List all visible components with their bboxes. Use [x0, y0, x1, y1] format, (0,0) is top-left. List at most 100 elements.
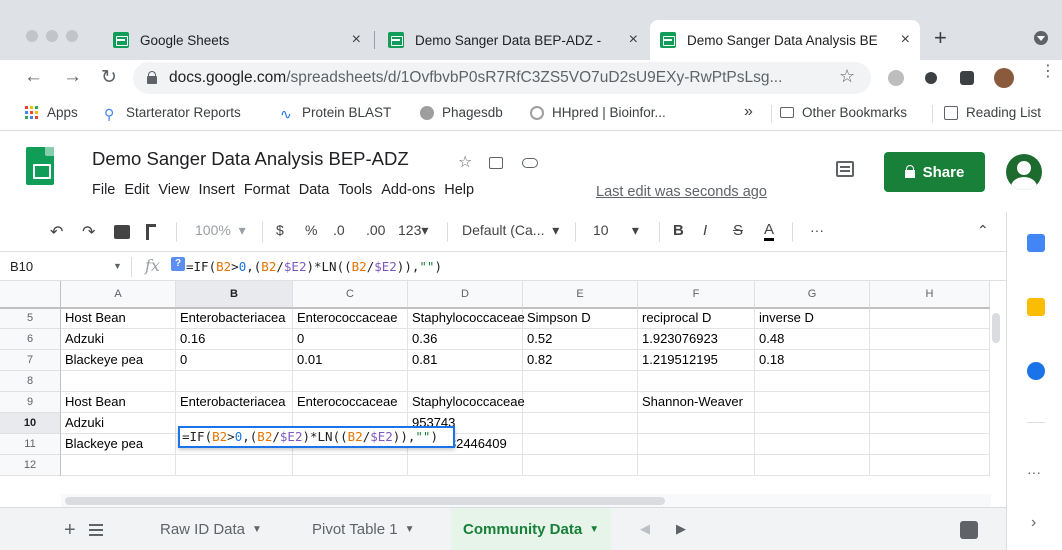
bookmark-hhpred[interactable]: HHpred | Bioinfor...: [530, 105, 666, 120]
cell-editor-b10[interactable]: =IF(B2>0,(B2/$E2)*LN((B2/$E2)),""): [178, 426, 455, 448]
sheet-tab-pivot-table-1[interactable]: Pivot Table 1 ▼: [312, 508, 415, 550]
row-header[interactable]: 11: [0, 434, 61, 455]
cell-g7[interactable]: 0.18: [755, 350, 870, 371]
cell-g8[interactable]: [755, 371, 870, 392]
cell-a7[interactable]: Blackeye pea: [61, 350, 176, 371]
cell-f6[interactable]: 1.923076923: [638, 329, 755, 350]
row-header[interactable]: 9: [0, 392, 61, 413]
add-sheet-button[interactable]: +: [64, 519, 76, 542]
cell-h11[interactable]: [870, 434, 990, 455]
cell-h10[interactable]: [870, 413, 990, 434]
increase-decimal-button[interactable]: .00: [366, 222, 385, 238]
cell-a6[interactable]: Adzuki: [61, 329, 176, 350]
menu-help[interactable]: Help: [444, 182, 474, 198]
cell-a8[interactable]: [61, 371, 176, 392]
undo-icon[interactable]: ↶: [50, 222, 63, 242]
other-bookmarks-folder[interactable]: Other Bookmarks: [780, 105, 907, 120]
close-icon[interactable]: ×: [352, 31, 361, 49]
formula-input[interactable]: =IF(B2>0,(B2/$E2)*LN((B2/$E2)),""): [186, 259, 442, 274]
comment-history-icon[interactable]: [836, 161, 854, 177]
formula-help-icon[interactable]: ?: [171, 257, 185, 271]
paint-format-icon[interactable]: [146, 224, 156, 240]
column-header-e[interactable]: E: [523, 281, 638, 308]
strikethrough-button[interactable]: S: [733, 222, 743, 239]
tab-search-icon[interactable]: [1034, 31, 1048, 45]
menu-insert[interactable]: Insert: [199, 182, 235, 198]
cell-f11[interactable]: [638, 434, 755, 455]
cell-b12[interactable]: [176, 455, 293, 476]
cell-d5[interactable]: Staphylococcaceae: [408, 308, 525, 329]
cell-c9[interactable]: Enterococcaceae: [293, 392, 408, 413]
cell-g10[interactable]: [755, 413, 870, 434]
cell-g9[interactable]: [755, 392, 870, 413]
scroll-tabs-right-icon[interactable]: ▶: [676, 521, 686, 537]
cell-c6[interactable]: 0: [293, 329, 408, 350]
cell-h8[interactable]: [870, 371, 990, 392]
cell-f8[interactable]: [638, 371, 755, 392]
print-icon[interactable]: [114, 225, 130, 239]
redo-icon[interactable]: ↷: [82, 222, 95, 242]
percent-format-button[interactable]: %: [305, 222, 317, 238]
tasks-icon[interactable]: [1027, 362, 1045, 380]
url-field[interactable]: docs.google.com/spreadsheets/d/1OvfbvbP0…: [133, 62, 871, 94]
cell-a9[interactable]: Host Bean: [61, 392, 176, 413]
zoom-select[interactable]: 100% ▾: [195, 222, 246, 239]
bookmarks-overflow-button[interactable]: »: [744, 103, 753, 121]
column-header-f[interactable]: F: [638, 281, 755, 308]
browser-tab-demo-sanger-analysis[interactable]: Demo Sanger Data Analysis BE ×: [650, 20, 920, 60]
cell-g11[interactable]: [755, 434, 870, 455]
extension-icon[interactable]: [888, 70, 904, 86]
forward-arrow-icon[interactable]: →: [63, 66, 82, 88]
cloud-status-icon[interactable]: [522, 158, 538, 168]
cell-e12[interactable]: [523, 455, 638, 476]
cell-h9[interactable]: [870, 392, 990, 413]
bookmark-star-icon[interactable]: ☆: [839, 66, 855, 87]
cell-g6[interactable]: 0.48: [755, 329, 870, 350]
profile-avatar[interactable]: [994, 68, 1014, 88]
row-header[interactable]: 8: [0, 371, 61, 392]
cell-h6[interactable]: [870, 329, 990, 350]
italic-button[interactable]: I: [703, 222, 707, 239]
cell-g12[interactable]: [755, 455, 870, 476]
document-title[interactable]: Demo Sanger Data Analysis BEP-ADZ: [92, 148, 409, 170]
sheet-tab-raw-id-data[interactable]: Raw ID Data ▼: [160, 508, 262, 550]
menu-edit[interactable]: Edit: [124, 182, 149, 198]
expand-panel-icon[interactable]: ›: [1031, 514, 1036, 532]
cell-b6[interactable]: 0.16: [176, 329, 293, 350]
cell-a10[interactable]: Adzuki: [61, 413, 176, 434]
share-button[interactable]: Share: [884, 152, 985, 192]
collapse-menus-icon[interactable]: ⌃: [977, 222, 989, 239]
more-formats-select[interactable]: 123▾: [398, 222, 428, 239]
currency-format-button[interactable]: $: [276, 222, 284, 238]
close-icon[interactable]: ×: [629, 31, 638, 49]
name-box[interactable]: B10: [10, 259, 33, 274]
row-header[interactable]: 5: [0, 308, 61, 329]
column-header-g[interactable]: G: [755, 281, 870, 308]
text-color-button[interactable]: A: [764, 222, 775, 241]
cell-e6[interactable]: 0.52: [523, 329, 638, 350]
bookmark-starterator[interactable]: ⚲ Starterator Reports: [104, 105, 241, 122]
font-size-select[interactable]: 10 ▾: [593, 222, 639, 239]
browser-menu-icon[interactable]: ⋮: [1040, 64, 1056, 80]
new-tab-button[interactable]: +: [934, 27, 947, 49]
calendar-icon[interactable]: [1027, 234, 1045, 252]
zoom-window-button[interactable]: [66, 30, 78, 42]
font-family-select[interactable]: Default (Ca... ▾: [462, 222, 559, 239]
keep-icon[interactable]: [1027, 298, 1045, 316]
minimize-window-button[interactable]: [46, 30, 58, 42]
cell-h12[interactable]: [870, 455, 990, 476]
cell-b8[interactable]: [176, 371, 293, 392]
cell-c7[interactable]: 0.01: [293, 350, 408, 371]
row-header[interactable]: 10: [0, 413, 61, 434]
cell-d6[interactable]: 0.36: [408, 329, 523, 350]
row-header[interactable]: 12: [0, 455, 61, 476]
star-icon[interactable]: ☆: [458, 152, 472, 172]
cell-f5[interactable]: reciprocal D: [638, 308, 755, 329]
cell-g5[interactable]: inverse D: [755, 308, 870, 329]
vertical-scrollbar[interactable]: [992, 313, 1000, 343]
cell-d8[interactable]: [408, 371, 523, 392]
cell-a5[interactable]: Host Bean: [61, 308, 176, 329]
cell-c5[interactable]: Enterococcaceae: [293, 308, 408, 329]
cell-b7[interactable]: 0: [176, 350, 293, 371]
browser-tab-demo-sanger-data[interactable]: Demo Sanger Data BEP-ADZ - ×: [378, 20, 648, 60]
